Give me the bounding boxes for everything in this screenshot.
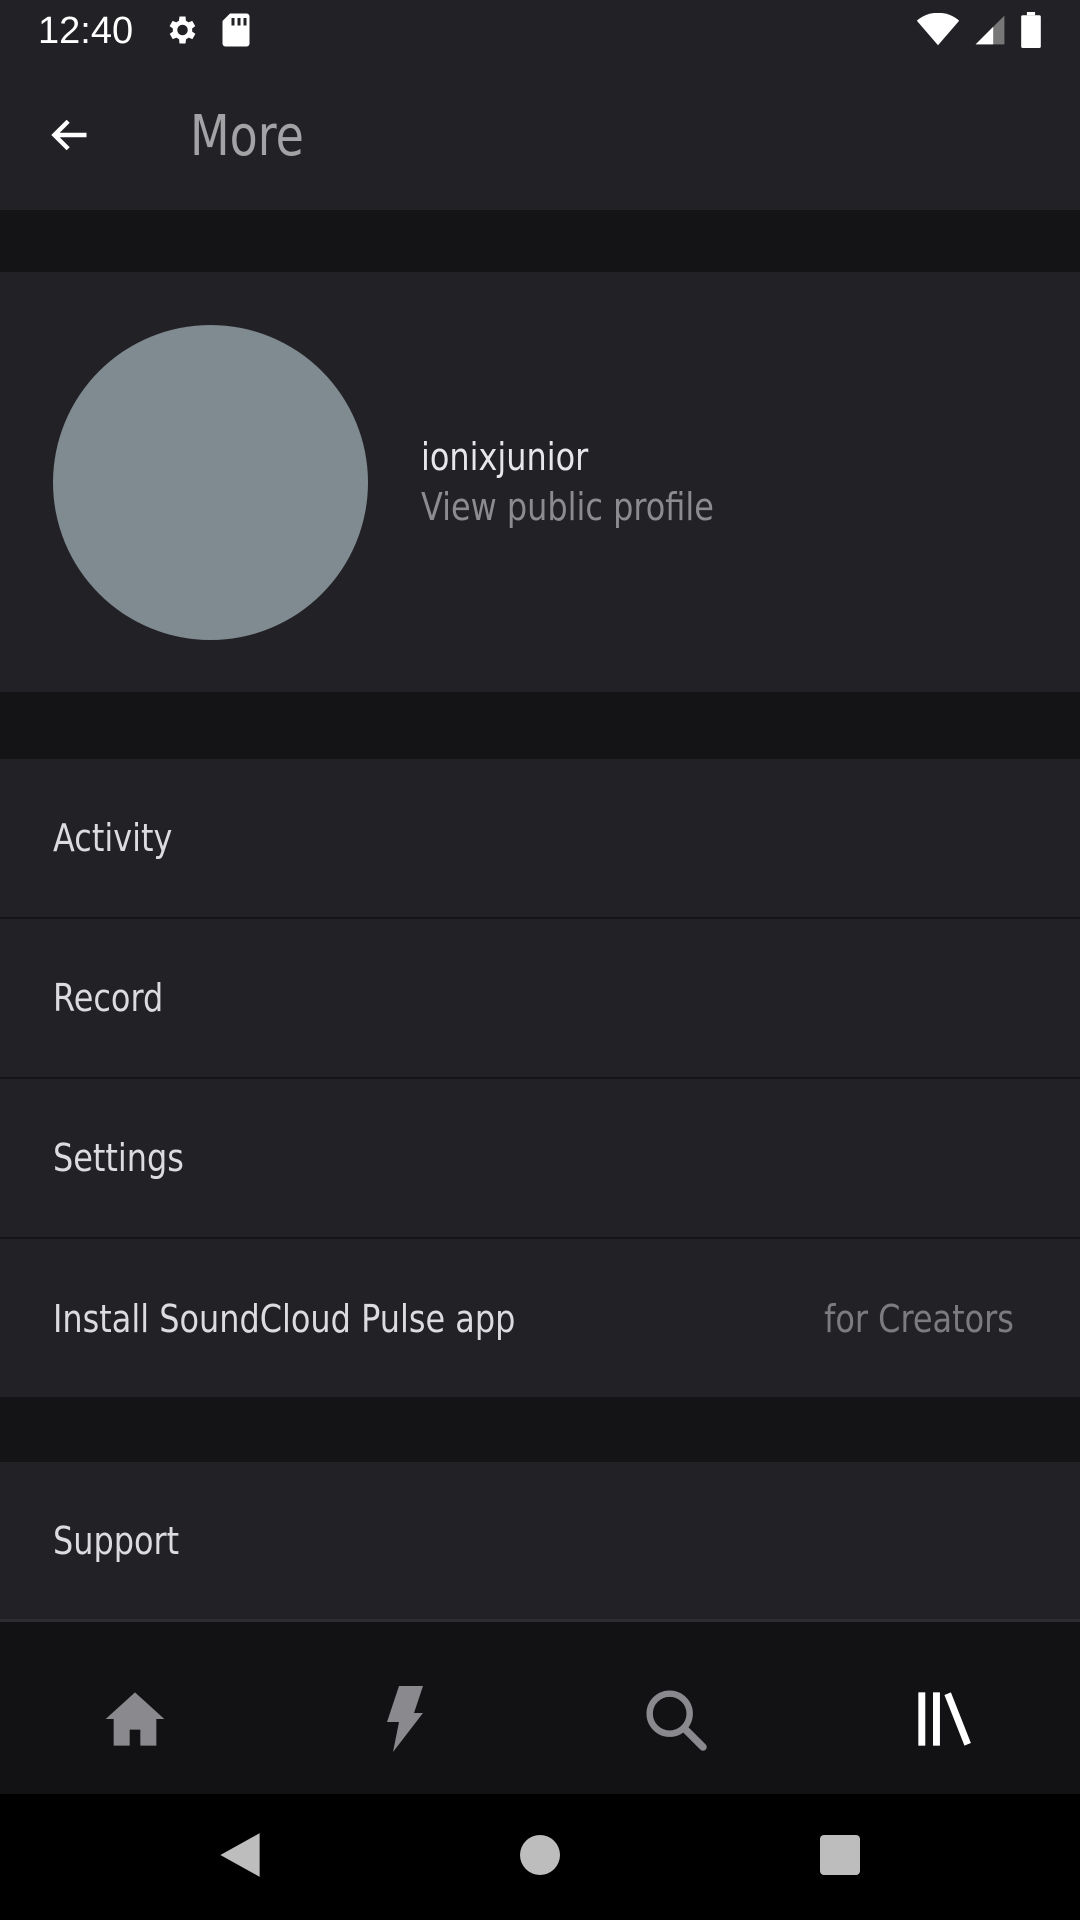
tab-stream[interactable] xyxy=(270,1647,540,1794)
profile-text: ionixjunior View public profile xyxy=(421,435,770,529)
home-circle-icon xyxy=(520,1835,560,1879)
profile-card[interactable]: ionixjunior View public profile xyxy=(0,272,1080,692)
arrow-left-icon xyxy=(46,113,94,161)
status-left-icons xyxy=(163,12,251,52)
battery-icon xyxy=(1020,11,1042,52)
system-back-button[interactable] xyxy=(90,1794,390,1920)
menu-item-activity[interactable]: Activity xyxy=(0,759,1080,919)
cell-signal-icon xyxy=(974,13,1006,51)
menu-item-install-pulse[interactable]: Install SoundCloud Pulse app for Creator… xyxy=(0,1239,1080,1399)
screen: 12:40 More ionixjunior View public profi… xyxy=(0,0,1080,1920)
status-bar: 12:40 xyxy=(0,0,1080,63)
menu-item-label: Support xyxy=(53,1518,180,1563)
avatar[interactable] xyxy=(53,324,368,640)
section-divider xyxy=(0,1397,1080,1462)
system-recents-button[interactable] xyxy=(690,1794,990,1920)
menu-item-label: Record xyxy=(53,976,164,1020)
back-triangle-icon xyxy=(218,1831,262,1883)
back-button[interactable] xyxy=(0,63,140,210)
username: ionixjunior xyxy=(421,435,589,479)
system-nav xyxy=(0,1794,1080,1920)
wifi-icon xyxy=(916,12,960,51)
menu-item-subtitle: for Creators xyxy=(824,1297,1014,1341)
tab-home[interactable] xyxy=(0,1647,270,1794)
section-divider xyxy=(0,210,1080,272)
system-home-button[interactable] xyxy=(390,1794,690,1920)
tab-search[interactable] xyxy=(540,1647,810,1794)
app-bar: More xyxy=(0,63,1080,210)
view-public-profile-link[interactable]: View public profile xyxy=(421,485,714,529)
tab-library[interactable] xyxy=(810,1647,1080,1794)
recents-square-icon xyxy=(820,1835,860,1879)
menu-item-label: Settings xyxy=(53,1136,184,1180)
menu-item-record[interactable]: Record xyxy=(0,919,1080,1079)
home-icon xyxy=(103,1689,167,1753)
settings-icon xyxy=(163,12,199,52)
status-time: 12:40 xyxy=(38,10,134,52)
menu-item-label: Activity xyxy=(53,816,173,860)
menu-item-settings[interactable]: Settings xyxy=(0,1079,1080,1239)
bottom-nav xyxy=(0,1647,1080,1794)
library-icon xyxy=(913,1687,977,1755)
status-right-icons xyxy=(916,11,1042,52)
menu-item-label: Install SoundCloud Pulse app xyxy=(53,1297,516,1341)
search-icon xyxy=(643,1687,707,1755)
menu-item-support[interactable]: Support xyxy=(0,1462,1080,1622)
menu-list: Activity Record Settings Install SoundCl… xyxy=(0,759,1080,1399)
lightning-icon xyxy=(383,1685,427,1756)
page-title: More xyxy=(190,104,304,169)
sd-card-icon xyxy=(221,12,251,52)
section-divider xyxy=(0,692,1080,759)
